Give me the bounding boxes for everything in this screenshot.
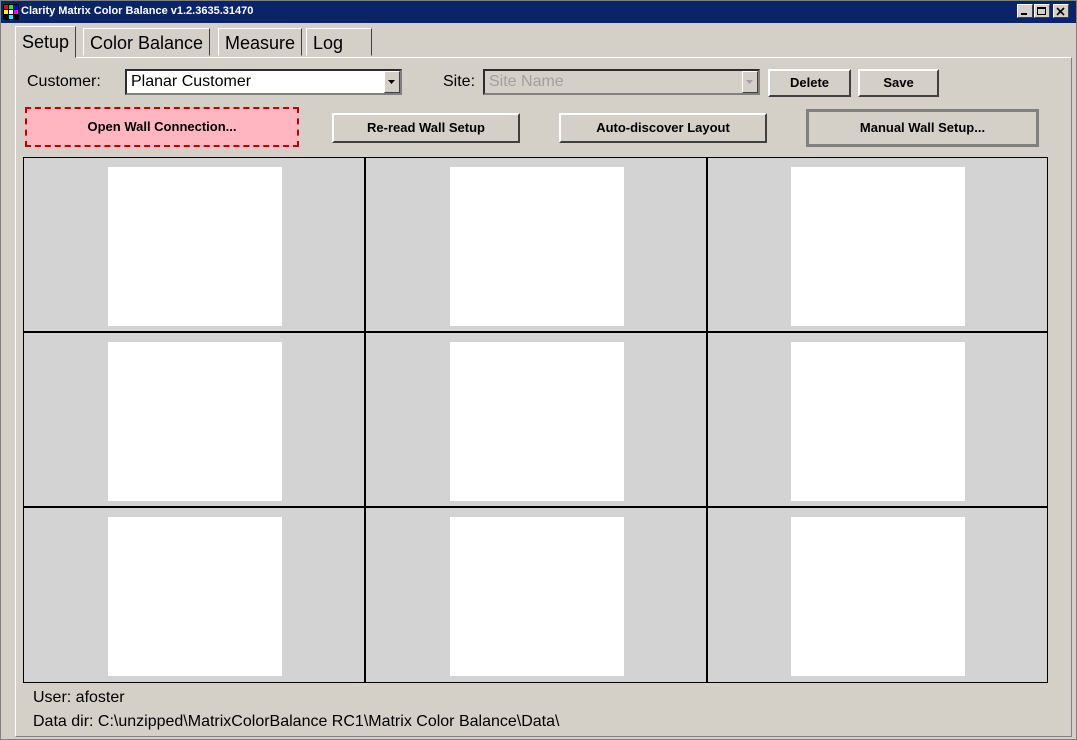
wall-cell[interactable] [366,508,706,682]
chevron-down-icon [746,80,753,84]
wall-panel [450,167,624,326]
wall-panel [108,342,282,501]
site-placeholder: Site Name [489,73,564,90]
wall-cell[interactable] [24,508,364,682]
wall-panel [791,517,965,676]
delete-button[interactable]: Delete [768,69,851,97]
tab-measure[interactable]: Measure [218,28,303,56]
open-wall-connection-button[interactable]: Open Wall Connection... [25,107,299,147]
wall-cell[interactable] [366,158,706,331]
tab-log[interactable]: Log [306,28,372,56]
wall-cell[interactable] [708,333,1047,506]
customer-value: Planar Customer [131,73,252,90]
close-button[interactable] [1053,4,1069,18]
title-bar[interactable]: Clarity Matrix Color Balance v1.2.3635.3… [1,1,1076,23]
data-dir-status: Data dir: C:\unzipped\MatrixColorBalance… [33,713,560,730]
wall-panel [791,167,965,326]
chevron-down-icon [388,80,395,84]
customer-combo[interactable]: Planar Customer [125,69,402,95]
site-label: Site: [443,73,476,90]
save-button[interactable]: Save [858,69,939,97]
app-window: Clarity Matrix Color Balance v1.2.3635.3… [0,0,1077,740]
close-icon [1056,7,1065,16]
manual-wall-setup-button[interactable]: Manual Wall Setup... [806,109,1039,147]
wall-panel [450,342,624,501]
wall-panel [108,517,282,676]
user-status: User: afoster [33,689,125,706]
wall-cell[interactable] [24,158,364,331]
video-wall-grid [23,157,1048,683]
customer-dropdown-button[interactable] [384,71,400,93]
wall-panel [108,167,282,326]
reread-wall-setup-button[interactable]: Re-read Wall Setup [332,113,520,143]
tab-setup[interactable]: Setup [15,26,77,58]
wall-cell[interactable] [708,158,1047,331]
window-title: Clarity Matrix Color Balance v1.2.3635.3… [21,5,254,17]
wall-panel [791,342,965,501]
tab-color-balance[interactable]: Color Balance [83,28,211,56]
auto-discover-layout-button[interactable]: Auto-discover Layout [559,113,767,143]
minimize-icon [1021,13,1027,15]
wall-panel [450,517,624,676]
wall-cell[interactable] [24,333,364,506]
minimize-button[interactable] [1017,4,1033,18]
wall-cell[interactable] [708,508,1047,682]
customer-label: Customer: [27,73,101,90]
maximize-button[interactable] [1034,4,1050,18]
wall-cell[interactable] [366,333,706,506]
app-icon [3,4,19,20]
site-dropdown-button[interactable] [742,71,758,93]
maximize-icon [1037,7,1046,15]
site-combo[interactable]: Site Name [483,69,760,95]
